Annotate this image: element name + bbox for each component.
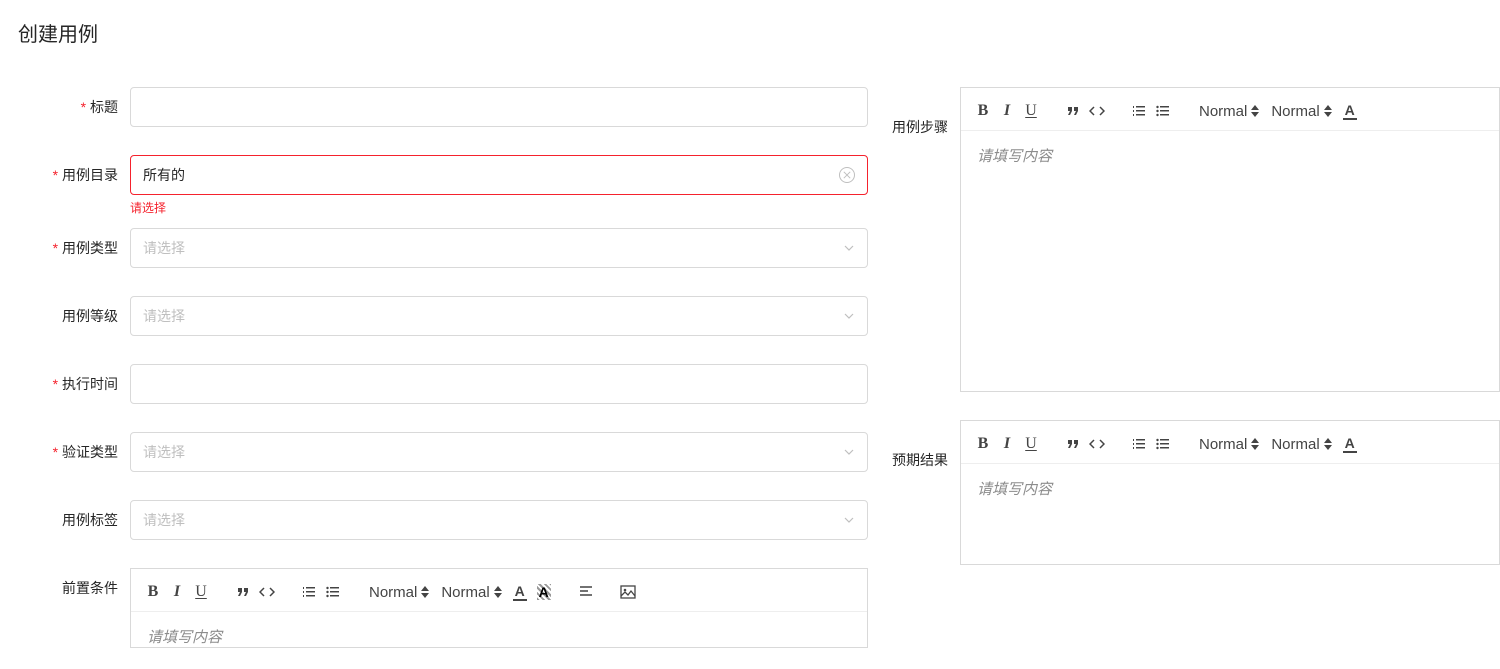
- type-select[interactable]: 请选择: [130, 228, 868, 268]
- italic-icon[interactable]: I: [997, 433, 1017, 455]
- ordered-list-icon[interactable]: [1129, 100, 1149, 122]
- bold-icon[interactable]: B: [973, 433, 993, 455]
- result-editor: B I U Normal: [960, 420, 1500, 565]
- level-placeholder: 请选择: [143, 306, 185, 326]
- steps-editor: B I U Normal: [960, 87, 1500, 392]
- quote-icon[interactable]: [233, 581, 253, 603]
- tag-placeholder: 请选择: [143, 510, 185, 530]
- bold-icon[interactable]: B: [973, 100, 993, 122]
- dir-error: 请选择: [130, 199, 868, 216]
- clear-icon[interactable]: [839, 167, 855, 183]
- font-bg-icon[interactable]: A: [534, 581, 554, 603]
- italic-icon[interactable]: I: [167, 581, 187, 603]
- heading-dropdown[interactable]: Normal: [1195, 103, 1263, 120]
- label-steps: 用例步骤: [882, 87, 960, 392]
- underline-icon[interactable]: U: [1021, 100, 1041, 122]
- dir-value: 所有的: [143, 165, 185, 185]
- label-dir: 用例目录: [18, 155, 130, 185]
- precondition-placeholder: 请填写内容: [147, 629, 222, 646]
- tag-select[interactable]: 请选择: [130, 500, 868, 540]
- precondition-body[interactable]: 请填写内容: [131, 612, 867, 647]
- heading-dropdown[interactable]: Normal: [1195, 436, 1263, 453]
- chevron-down-icon: [843, 514, 855, 526]
- toolbar-result: B I U Normal: [961, 421, 1499, 464]
- underline-icon[interactable]: U: [191, 581, 211, 603]
- label-result: 预期结果: [882, 420, 960, 565]
- label-tag: 用例标签: [18, 500, 130, 530]
- font-dropdown[interactable]: Normal: [1267, 436, 1335, 453]
- label-exec: 执行时间: [18, 364, 130, 394]
- caret-sort-icon: [494, 586, 502, 598]
- quote-icon[interactable]: [1063, 433, 1083, 455]
- font-color-icon[interactable]: A: [1340, 100, 1360, 122]
- precondition-editor: B I U: [130, 568, 868, 648]
- result-placeholder: 请填写内容: [977, 481, 1052, 498]
- verify-select[interactable]: 请选择: [130, 432, 868, 472]
- result-body[interactable]: 请填写内容: [961, 464, 1499, 564]
- level-select[interactable]: 请选择: [130, 296, 868, 336]
- heading-dropdown[interactable]: Normal: [365, 584, 433, 601]
- toolbar-precondition: B I U: [131, 569, 867, 612]
- font-color-icon[interactable]: A: [1340, 433, 1360, 455]
- font-dropdown[interactable]: Normal: [437, 584, 505, 601]
- verify-placeholder: 请选择: [143, 442, 185, 462]
- label-title: 标题: [18, 87, 130, 117]
- caret-sort-icon: [1324, 438, 1332, 450]
- chevron-down-icon: [843, 310, 855, 322]
- exec-input-wrap: [130, 364, 868, 404]
- dir-select[interactable]: 所有的: [130, 155, 868, 195]
- unordered-list-icon[interactable]: [1153, 433, 1173, 455]
- title-input[interactable]: [143, 99, 855, 115]
- code-icon[interactable]: [257, 581, 277, 603]
- unordered-list-icon[interactable]: [323, 581, 343, 603]
- underline-icon[interactable]: U: [1021, 433, 1041, 455]
- steps-body[interactable]: 请填写内容: [961, 131, 1499, 391]
- italic-icon[interactable]: I: [997, 100, 1017, 122]
- unordered-list-icon[interactable]: [1153, 100, 1173, 122]
- code-icon[interactable]: [1087, 100, 1107, 122]
- label-verify: 验证类型: [18, 432, 130, 462]
- image-icon[interactable]: [618, 581, 638, 603]
- chevron-down-icon: [843, 446, 855, 458]
- align-icon[interactable]: [576, 581, 596, 603]
- caret-sort-icon: [1251, 105, 1259, 117]
- label-level: 用例等级: [18, 296, 130, 326]
- label-precondition: 前置条件: [18, 568, 130, 598]
- exec-input[interactable]: [143, 376, 855, 392]
- ordered-list-icon[interactable]: [299, 581, 319, 603]
- chevron-down-icon: [843, 242, 855, 254]
- label-type: 用例类型: [18, 228, 130, 258]
- caret-sort-icon: [421, 586, 429, 598]
- type-placeholder: 请选择: [143, 238, 185, 258]
- code-icon[interactable]: [1087, 433, 1107, 455]
- steps-placeholder: 请填写内容: [977, 148, 1052, 165]
- caret-sort-icon: [1251, 438, 1259, 450]
- toolbar-steps: B I U Normal: [961, 88, 1499, 131]
- font-dropdown[interactable]: Normal: [1267, 103, 1335, 120]
- caret-sort-icon: [1324, 105, 1332, 117]
- bold-icon[interactable]: B: [143, 581, 163, 603]
- ordered-list-icon[interactable]: [1129, 433, 1149, 455]
- title-input-wrap: [130, 87, 868, 127]
- quote-icon[interactable]: [1063, 100, 1083, 122]
- font-color-icon[interactable]: A: [510, 581, 530, 603]
- page-title: 创建用例: [18, 18, 1500, 47]
